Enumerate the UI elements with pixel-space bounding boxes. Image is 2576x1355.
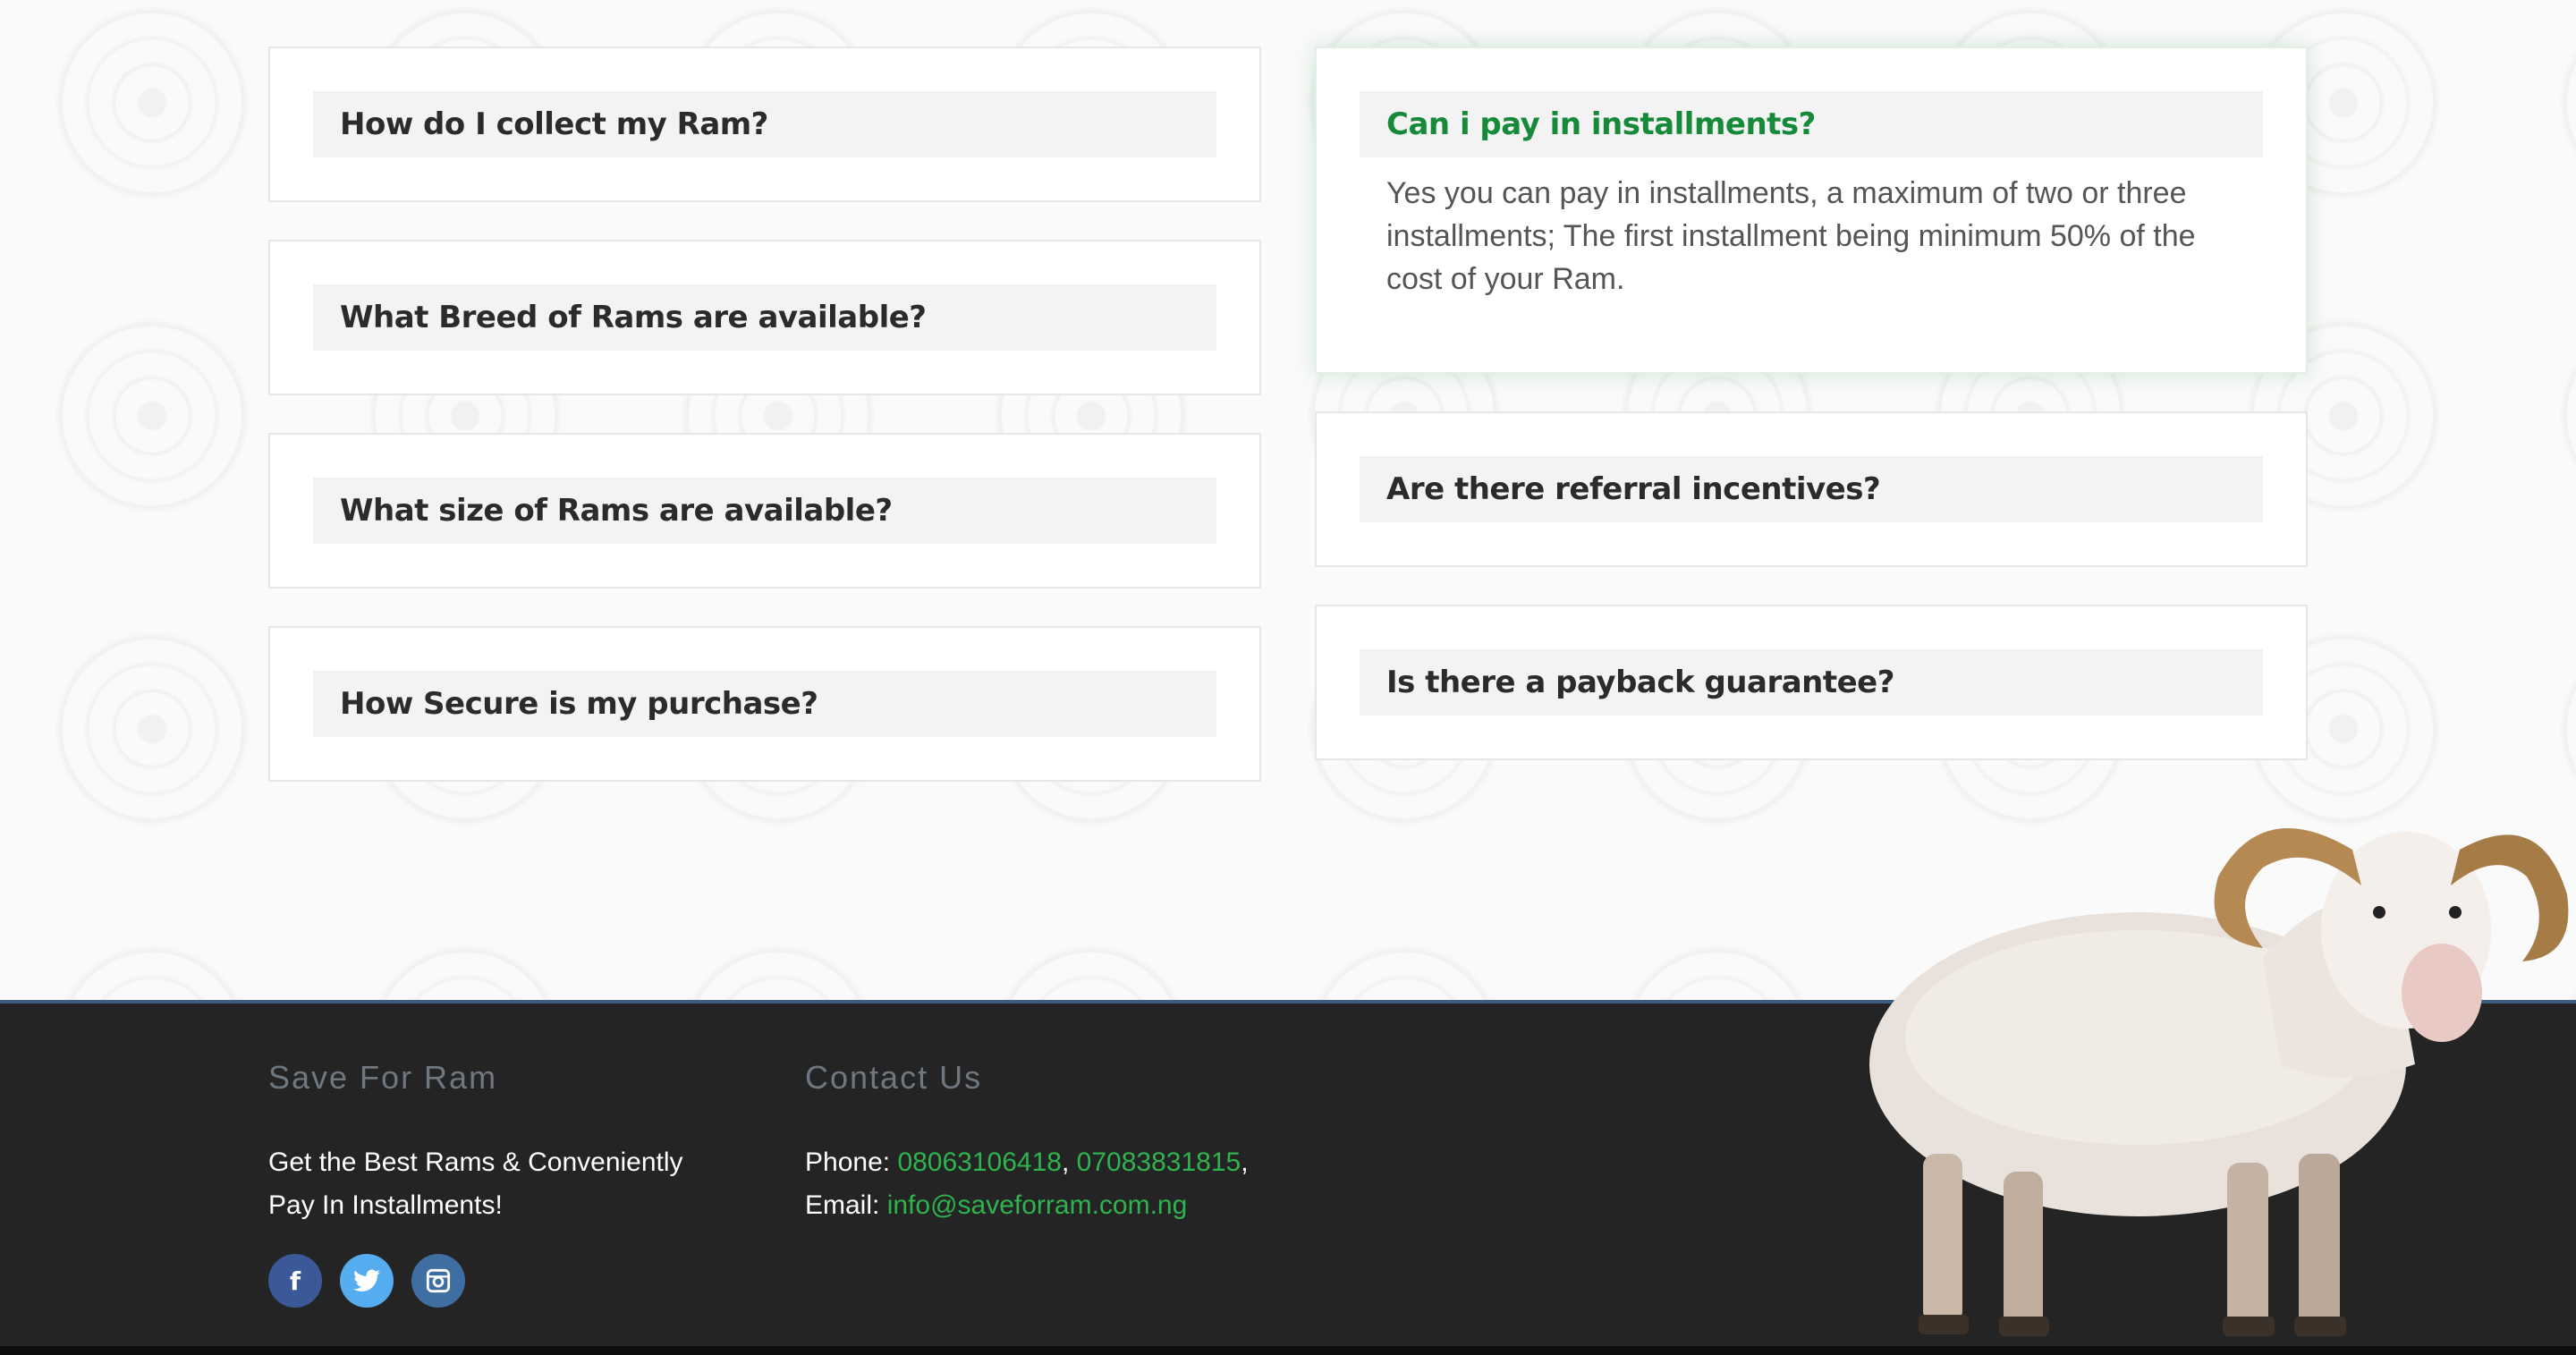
instagram-glyph-icon — [426, 1268, 451, 1293]
footer-about-title: Save For Ram — [268, 1059, 498, 1096]
faq-question[interactable]: Is there a payback guarantee? — [1360, 649, 2263, 716]
faq-question[interactable]: What Breed of Rams are available? — [313, 284, 1216, 351]
ram-image — [1869, 828, 2569, 1336]
faq-item[interactable]: How do I collect my Ram? — [268, 47, 1261, 202]
faq-left-column: How do I collect my Ram? What Breed of R… — [268, 47, 1261, 819]
phone-link-2[interactable]: 07083831815 — [1077, 1148, 1241, 1177]
phone-label: Phone: — [805, 1148, 891, 1177]
faq-right-column: Can i pay in installments? Yes you can p… — [1315, 47, 2308, 798]
footer-about: Save For Ram Get the Best Rams & Conveni… — [268, 1059, 769, 1308]
faq-item[interactable]: What Breed of Rams are available? — [268, 240, 1261, 395]
faq-item[interactable]: Are there referral incentives? — [1315, 411, 2308, 567]
faq-item-expanded[interactable]: Can i pay in installments? Yes you can p… — [1315, 47, 2308, 374]
footer-about-text: Get the Best Rams & Conveniently Pay In … — [268, 1141, 769, 1227]
footer-tagline-line2: Pay In Installments! — [268, 1190, 503, 1220]
faq-question[interactable]: What size of Rams are available? — [313, 478, 1216, 544]
social-links: f — [268, 1254, 769, 1308]
faq-item[interactable]: Is there a payback guarantee? — [1315, 605, 2308, 760]
email-link[interactable]: info@saveforram.com.ng — [887, 1190, 1188, 1220]
footer-tagline-line1: Get the Best Rams & Conveniently — [268, 1148, 683, 1177]
faq-question[interactable]: Are there referral incentives? — [1360, 456, 2263, 522]
faq-item[interactable]: What size of Rams are available? — [268, 433, 1261, 589]
faq-question[interactable]: Can i pay in installments? — [1360, 91, 2263, 157]
instagram-icon[interactable] — [411, 1254, 465, 1308]
faq-item[interactable]: How Secure is my purchase? — [268, 626, 1261, 782]
phone-link-1[interactable]: 08063106418 — [897, 1148, 1062, 1177]
twitter-bird-icon — [353, 1269, 380, 1291]
footer-contact: Contact Us Phone: 08063106418, 070838318… — [805, 1059, 1431, 1227]
phone-line: Phone: 08063106418, 07083831815, — [805, 1148, 1249, 1177]
email-label: Email: — [805, 1190, 880, 1220]
facebook-icon[interactable]: f — [268, 1254, 322, 1308]
faq-answer: Yes you can pay in installments, a maxim… — [1386, 176, 2196, 296]
faq-question[interactable]: How Secure is my purchase? — [313, 671, 1216, 737]
twitter-icon[interactable] — [340, 1254, 394, 1308]
footer-contact-text: Phone: 08063106418, 07083831815, Email: … — [805, 1141, 1431, 1227]
footer-contact-title: Contact Us — [805, 1059, 983, 1096]
faq-question[interactable]: How do I collect my Ram? — [313, 91, 1216, 157]
email-line: Email: info@saveforram.com.ng — [805, 1184, 1431, 1227]
